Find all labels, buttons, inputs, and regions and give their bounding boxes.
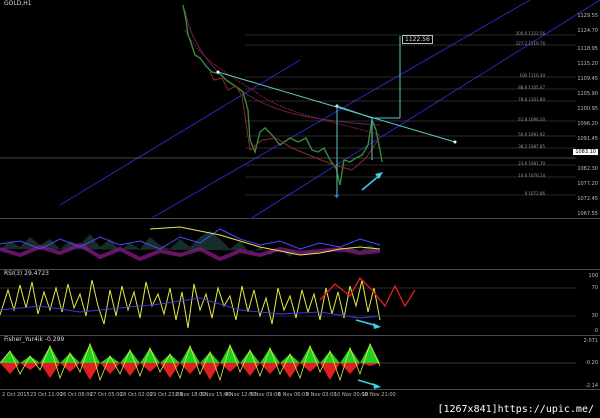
price-axis-label: 1129.55 — [577, 13, 598, 19]
price-axis-label: 1096.20 — [577, 121, 598, 127]
fib-label: 50.0 1091.92 — [518, 132, 545, 137]
price-axis-label: 1100.95 — [577, 106, 598, 112]
ma-line-1 — [184, 29, 381, 136]
fib-label: 127.2 1119.76 — [515, 41, 545, 46]
price-axis-label: 1082.30 — [577, 166, 598, 172]
fib-label: 0 1072.86 — [524, 191, 545, 196]
svg-text:✚: ✚ — [334, 193, 339, 200]
time-axis-label: 2 Oct 2015 — [2, 392, 30, 398]
fib-label: 38.2 1087.85 — [518, 144, 545, 149]
price-axis-label: 1115.20 — [577, 61, 598, 67]
fib-label: 88.6 1105.47 — [518, 85, 545, 90]
fib-label: 61.8 1096.20 — [518, 117, 545, 122]
time-axis-label: 28 Oct 02:00 — [120, 392, 153, 398]
fib-label: 23.6 1081.70 — [518, 161, 545, 166]
price-axis-label: 1109.45 — [577, 76, 598, 82]
time-axis: 2 Oct 2015 23 Oct 11:00 26 Oct 08:00 27 … — [0, 392, 600, 402]
current-price-badge: 1083.10 — [573, 149, 598, 155]
price-axis-label: 1124.70 — [577, 28, 598, 34]
time-axis-label: 5 Nov 09:00 — [250, 392, 281, 398]
ma-line-2 — [184, 9, 381, 126]
fisher-axis-label: 2.071 — [583, 338, 598, 344]
indicator-1-svg — [0, 226, 381, 262]
time-axis-label: 23 Oct 11:00 — [30, 392, 63, 398]
fisher-svg — [0, 342, 576, 389]
price-axis-label: 1072.45 — [577, 196, 598, 202]
time-axis-label: 27 Oct 05:00 — [90, 392, 123, 398]
fib-label: 78.6 1101.80 — [518, 97, 545, 102]
time-axis-label: 10 Nov 21:00 — [362, 392, 396, 398]
fisher-panel[interactable]: Fisher_Yur4ik -0.299 2.071 -0.20 -2.14 — [0, 336, 600, 390]
indicator-panel-1[interactable] — [0, 219, 600, 270]
rsi-axis-label: 100 — [588, 273, 598, 279]
target-label: 1122.56 — [402, 35, 433, 44]
fisher-axis-label: -2.14 — [585, 383, 598, 389]
fib-label: 14.6 1076.14 — [518, 173, 545, 178]
rsi-panel[interactable]: RSI(3) 29.4723 100 70 30 0 — [0, 270, 600, 336]
channel-line-1 — [249, 0, 600, 219]
time-axis-label: 9 Nov 03:00 — [306, 392, 337, 398]
rsi-axis-label: 30 — [591, 313, 598, 319]
watermark: [1267x841]https://upic.me/ — [437, 404, 594, 415]
fisher-axis-label: -0.20 — [585, 360, 598, 366]
time-axis-label: 26 Oct 08:00 — [60, 392, 93, 398]
price-axis-label: 1091.45 — [577, 136, 598, 142]
rsi-svg — [0, 276, 576, 329]
rsi-axis-label: 70 — [591, 285, 598, 291]
channel-line-2 — [149, 0, 531, 219]
price-chart-panel[interactable]: GOLD,H1 ✚ 200.0 1122.56 127.2 1119.76 10… — [0, 0, 600, 219]
time-axis-label: 6 Nov 06:00 — [278, 392, 309, 398]
price-axis-label: 1077.20 — [577, 181, 598, 187]
fib-label: 200.0 1122.56 — [515, 31, 545, 36]
price-chart-svg: ✚ — [0, 0, 600, 219]
price-axis-label: 1105.90 — [577, 91, 598, 97]
channel-line-3 — [59, 59, 301, 206]
fib-label: 100 1116.34 — [519, 73, 545, 78]
rsi-axis-label: 0 — [594, 328, 598, 334]
price-axis-label: 1067.55 — [577, 211, 598, 217]
fib-lines — [245, 34, 576, 196]
price-axis-label: 1118.95 — [577, 46, 598, 52]
